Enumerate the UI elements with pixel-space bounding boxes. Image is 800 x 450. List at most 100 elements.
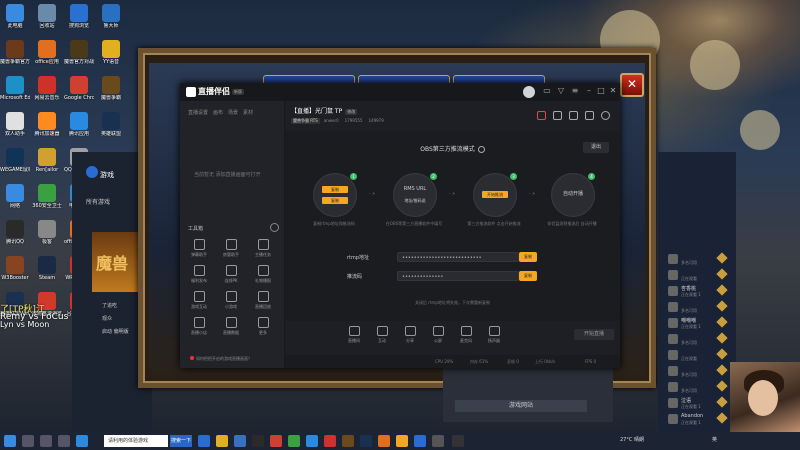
desktop-icon[interactable]: W3Booster: [0, 256, 30, 281]
chrome-icon[interactable]: [270, 435, 282, 447]
message-icon[interactable]: ▭: [542, 86, 552, 95]
windows-start-icon[interactable]: [4, 435, 16, 447]
minimize-icon[interactable]: –: [584, 86, 594, 95]
desktop-icon[interactable]: 英雄联盟: [96, 112, 126, 137]
search-icon[interactable]: [22, 435, 34, 447]
desktop-icon[interactable]: 腾讯QQ: [0, 220, 30, 245]
app-icon[interactable]: [324, 435, 336, 447]
desktop-icon[interactable]: 搜狗浏览: [64, 4, 94, 29]
desktop-icon[interactable]: Steam: [32, 256, 62, 281]
desktop-icon[interactable]: WEGAME鼠标设置: [0, 148, 30, 173]
desktop-icon[interactable]: 此电脑: [0, 4, 30, 29]
maximize-icon[interactable]: □: [596, 86, 606, 95]
toolbar-item[interactable]: 公屏: [425, 326, 451, 344]
rtmp-field[interactable]: •••••••••••••••••••••••••••: [397, 252, 519, 262]
game-website-button[interactable]: 游戏网站: [455, 400, 587, 412]
warcraft-icon[interactable]: [342, 435, 354, 447]
desktop-icon[interactable]: 腾讯应用: [64, 112, 94, 137]
tab-canvas[interactable]: 画布: [213, 110, 223, 116]
tab-scene[interactable]: 场景: [228, 110, 238, 116]
app-icon[interactable]: [432, 435, 444, 447]
desktop-icon[interactable]: office应用: [32, 40, 62, 65]
taskbar-search-button[interactable]: 搜索一下: [170, 435, 192, 447]
desktop-icon[interactable]: 网络: [0, 184, 30, 209]
desktop-icon[interactable]: 网易云音乐: [32, 76, 62, 101]
app-icon[interactable]: [306, 435, 318, 447]
stream-key-field[interactable]: ••••••••••••••: [397, 271, 519, 281]
desktop-icon[interactable]: 魔兽争霸官方对战平台: [0, 40, 30, 65]
close-icon[interactable]: ✕: [608, 86, 618, 95]
widgets-icon[interactable]: [58, 435, 70, 447]
exit-obs-button[interactable]: 退出: [583, 142, 609, 153]
tool-item[interactable]: 弹幕助手: [184, 239, 214, 258]
menu-icon[interactable]: ≡: [570, 86, 580, 95]
app-icon[interactable]: [414, 435, 426, 447]
nav-all-games[interactable]: 所有游戏: [86, 197, 110, 206]
weather-text[interactable]: 27°C 晴朗: [620, 436, 644, 443]
tool-item[interactable]: 游戏互动: [184, 291, 214, 310]
shirt-icon[interactable]: ▽: [556, 86, 566, 95]
copy-key-button[interactable]: 复制: [322, 197, 348, 204]
app-icon[interactable]: [252, 435, 264, 447]
tool-item[interactable]: 直播小店: [184, 317, 214, 336]
app-icon[interactable]: [234, 435, 246, 447]
tool-item[interactable]: 小游戏: [216, 291, 246, 310]
gift-icon[interactable]: [537, 111, 546, 120]
copy-key-button[interactable]: 复制: [519, 271, 537, 281]
toolbar-item[interactable]: 扬声器: [481, 326, 507, 344]
share-icon[interactable]: [601, 111, 610, 120]
folder-icon[interactable]: [216, 435, 228, 447]
desktop-icon[interactable]: Ren[ailor: [32, 148, 62, 173]
start-live-button[interactable]: 开始直播: [574, 329, 614, 340]
tool-item[interactable]: 福利发布: [184, 265, 214, 284]
desktop-icon[interactable]: 腾讯加速器: [32, 112, 62, 137]
toolbar-item[interactable]: 互动: [369, 326, 395, 344]
tool-item[interactable]: 直播回放: [248, 291, 278, 310]
toolbox-settings-icon[interactable]: [270, 223, 279, 232]
start-push-button[interactable]: 开始推流: [482, 191, 508, 198]
tab-material[interactable]: 素材: [243, 110, 253, 116]
help-notice[interactable]: 如何把把开启的游戏直播画面？: [190, 356, 252, 362]
tool-item[interactable]: 礼物播报: [248, 265, 278, 284]
desktop-icon[interactable]: 360安全卫士: [32, 184, 62, 209]
user-avatar[interactable]: [523, 86, 535, 98]
desktop-icon[interactable]: 魔兽官方对战平台: [64, 40, 94, 65]
toolbar-item[interactable]: 直播间: [341, 326, 367, 344]
language-indicator[interactable]: 英: [712, 436, 717, 443]
desktop-icon[interactable]: 双人助手: [0, 112, 30, 137]
copy-address-button[interactable]: 复制: [322, 186, 348, 193]
game-close-button[interactable]: ✕: [620, 73, 644, 97]
edge-icon[interactable]: [76, 435, 88, 447]
toolbar-item[interactable]: 分享: [397, 326, 423, 344]
desktop-icon[interactable]: 极客: [32, 220, 62, 245]
record-icon[interactable]: [569, 111, 578, 120]
tool-item[interactable]: 更多: [248, 317, 278, 336]
desktop-icon[interactable]: 鲁大师: [96, 4, 126, 29]
status-fps: FPS 0: [585, 359, 597, 364]
task-view-icon[interactable]: [40, 435, 52, 447]
app-icon[interactable]: [198, 435, 210, 447]
tool-item[interactable]: 主播任务: [248, 239, 278, 258]
desktop-icon[interactable]: 魔兽争霸: [96, 76, 126, 101]
bell-icon[interactable]: [585, 111, 594, 120]
app-icon[interactable]: [378, 435, 390, 447]
app-icon[interactable]: [288, 435, 300, 447]
tool-item[interactable]: 直播数据: [216, 317, 246, 336]
desktop-icon[interactable]: Google Chrome: [64, 76, 94, 101]
desktop-icon[interactable]: Microsoft Edge: [0, 76, 30, 101]
copy-rtmp-button[interactable]: 复制: [519, 252, 537, 262]
tab-live-settings[interactable]: 直播设置: [188, 110, 208, 116]
help-icon[interactable]: [477, 146, 485, 153]
desktop-icon[interactable]: YY语音: [96, 40, 126, 65]
category-badge[interactable]: 魔兽争霸 RTS: [291, 118, 320, 124]
edit-room-button[interactable]: 修改: [345, 109, 358, 115]
streaming-app-icon[interactable]: [396, 435, 408, 447]
tool-item[interactable]: 房管助手: [216, 239, 246, 258]
lock-icon[interactable]: [553, 111, 562, 120]
toolbar-item[interactable]: 麦克风: [453, 326, 479, 344]
app-icon[interactable]: [452, 435, 464, 447]
desktop-icon[interactable]: 回收站: [32, 4, 62, 29]
taskbar-search-input[interactable]: 请利用的体验游戏: [104, 435, 168, 447]
lol-icon[interactable]: [360, 435, 372, 447]
tool-item[interactable]: 连线PK: [216, 265, 246, 284]
